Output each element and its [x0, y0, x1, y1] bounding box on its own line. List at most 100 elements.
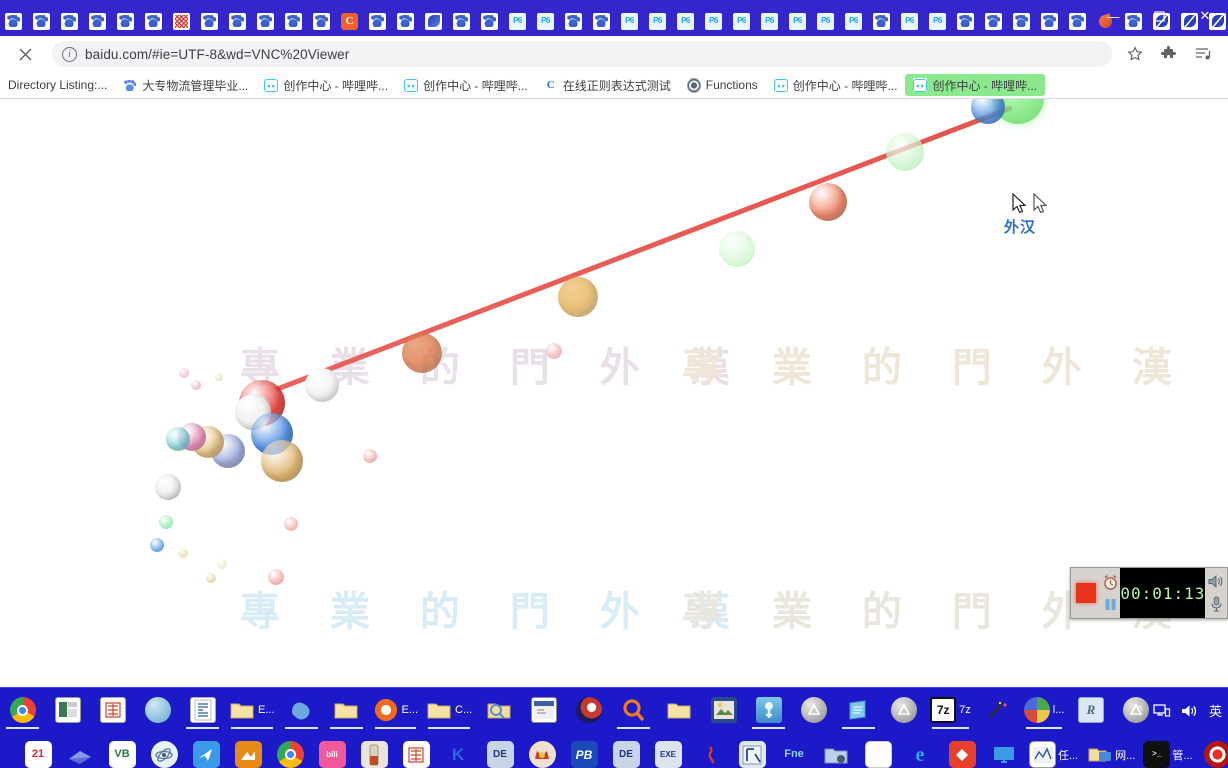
- dock-item[interactable]: [690, 735, 730, 768]
- bookmark-item[interactable]: Directory Listing:...: [0, 74, 115, 96]
- stop-record-button[interactable]: [1071, 568, 1101, 618]
- taskbar-item[interactable]: R: [1068, 689, 1113, 731]
- dock-item[interactable]: EXE: [648, 735, 688, 768]
- browser-tab[interactable]: [952, 6, 979, 36]
- vnc-viewer-canvas[interactable]: 專 業 的 門 外 漢 專 業 的 門 外 漢 專 業 的 門 外 漢 專 業 …: [0, 99, 1228, 687]
- browser-tab[interactable]: [840, 6, 867, 36]
- browser-tab[interactable]: [504, 6, 531, 36]
- browser-tab[interactable]: [896, 6, 923, 36]
- browser-tab[interactable]: [588, 6, 615, 36]
- dock-item[interactable]: [732, 735, 772, 768]
- taskbar-item[interactable]: [791, 689, 836, 731]
- bookmark-item[interactable]: 创作中心 - 哔哩哔...: [256, 74, 396, 96]
- dock-item[interactable]: [816, 735, 856, 768]
- dock-item[interactable]: [144, 735, 184, 768]
- taskbar-item[interactable]: [476, 689, 521, 731]
- browser-tab[interactable]: [532, 6, 559, 36]
- browser-tab[interactable]: [672, 6, 699, 36]
- taskbar-item[interactable]: [611, 689, 656, 731]
- dock-item[interactable]: [396, 735, 436, 768]
- browser-tab[interactable]: [644, 6, 671, 36]
- taskbar-item[interactable]: [836, 689, 881, 731]
- browser-tab[interactable]: [0, 6, 27, 36]
- dock-item[interactable]: [186, 735, 226, 768]
- taskbar-item[interactable]: [90, 689, 135, 731]
- taskbar-item[interactable]: [180, 689, 225, 731]
- browser-tab[interactable]: [56, 6, 83, 36]
- browser-tab[interactable]: [420, 6, 447, 36]
- volume-icon[interactable]: [1181, 703, 1199, 719]
- taskbar-item[interactable]: E...: [369, 689, 423, 731]
- network-icon[interactable]: [1153, 703, 1171, 719]
- bookmark-item[interactable]: 创作中心 - 哔哩哔...: [396, 74, 536, 96]
- dock-item[interactable]: [354, 735, 394, 768]
- bookmark-item[interactable]: C 在线正则表达式测试: [536, 74, 679, 96]
- taskbar-item[interactable]: [881, 689, 926, 731]
- dock-item[interactable]: >_ 管...: [1140, 735, 1195, 768]
- browser-tab[interactable]: [392, 6, 419, 36]
- taskbar-item[interactable]: l...: [1020, 689, 1069, 731]
- pause-icon[interactable]: [1103, 597, 1118, 612]
- dock-item[interactable]: 21: [18, 735, 58, 768]
- bookmark-item[interactable]: 创作中心 - 哔哩哔...: [766, 74, 906, 96]
- maximize-button[interactable]: [1136, 0, 1182, 32]
- browser-tab[interactable]: [112, 6, 139, 36]
- dock-item[interactable]: [270, 735, 310, 768]
- minimize-button[interactable]: —: [1090, 0, 1136, 32]
- microphone-icon[interactable]: [1210, 596, 1223, 612]
- dock-item[interactable]: [984, 735, 1024, 768]
- browser-tab[interactable]: [364, 6, 391, 36]
- taskbar-item[interactable]: [701, 689, 746, 731]
- taskbar-item[interactable]: C...: [422, 689, 476, 731]
- bookmark-item[interactable]: 创作中心 - 哔哩哔...: [905, 74, 1046, 96]
- dock-item[interactable]: [858, 735, 898, 768]
- dock-item[interactable]: Fne: [774, 735, 814, 768]
- browser-tab[interactable]: [168, 6, 195, 36]
- extensions-icon[interactable]: [1152, 39, 1186, 69]
- browser-tab[interactable]: [868, 6, 895, 36]
- taskbar-item[interactable]: [746, 689, 791, 731]
- dock-item[interactable]: [60, 735, 100, 768]
- taskbar-item[interactable]: 7z 7z: [926, 689, 975, 731]
- alarm-clock-icon[interactable]: [1102, 574, 1119, 591]
- ime-indicator[interactable]: 英: [1209, 701, 1222, 720]
- dock-item[interactable]: VB: [102, 735, 142, 768]
- browser-tab[interactable]: [224, 6, 251, 36]
- dock-item[interactable]: 任...: [1026, 735, 1081, 768]
- dock-item[interactable]: [1198, 735, 1228, 768]
- taskbar-item[interactable]: [279, 689, 324, 731]
- dock-item[interactable]: [522, 735, 562, 768]
- browser-tab[interactable]: [196, 6, 223, 36]
- site-info-icon[interactable]: i: [62, 46, 77, 62]
- dock-item[interactable]: DE: [606, 735, 646, 768]
- browser-tab[interactable]: [812, 6, 839, 36]
- taskbar-item[interactable]: [45, 689, 90, 731]
- dock-item[interactable]: DE: [480, 735, 520, 768]
- dock-item[interactable]: PB: [564, 735, 604, 768]
- dock-item[interactable]: [942, 735, 982, 768]
- browser-menu-icon[interactable]: [1186, 39, 1220, 69]
- browser-tab[interactable]: [476, 6, 503, 36]
- taskbar-item[interactable]: [975, 689, 1020, 731]
- dock-item[interactable]: 网...: [1083, 735, 1138, 768]
- browser-tab[interactable]: [336, 6, 363, 36]
- taskbar-item[interactable]: [521, 689, 566, 731]
- browser-tab[interactable]: [784, 6, 811, 36]
- browser-tab[interactable]: [84, 6, 111, 36]
- browser-tab[interactable]: [308, 6, 335, 36]
- speaker-icon[interactable]: [1208, 574, 1225, 589]
- browser-tab[interactable]: [140, 6, 167, 36]
- browser-tab[interactable]: [924, 6, 951, 36]
- taskbar-item[interactable]: [566, 689, 611, 731]
- browser-tab[interactable]: [28, 6, 55, 36]
- browser-tab[interactable]: [728, 6, 755, 36]
- browser-tab[interactable]: [980, 6, 1007, 36]
- screen-recorder-widget[interactable]: 00:01:13: [1070, 567, 1228, 619]
- address-bar[interactable]: i baidu.com/#ie=UTF-8&wd=VNC%20Viewer: [52, 41, 1112, 67]
- browser-tab[interactable]: [252, 6, 279, 36]
- stop-loading-icon[interactable]: [8, 39, 42, 69]
- taskbar-item[interactable]: [656, 689, 701, 731]
- taskbar-item[interactable]: [135, 689, 180, 731]
- browser-tab[interactable]: [616, 6, 643, 36]
- dock-item[interactable]: K: [438, 735, 478, 768]
